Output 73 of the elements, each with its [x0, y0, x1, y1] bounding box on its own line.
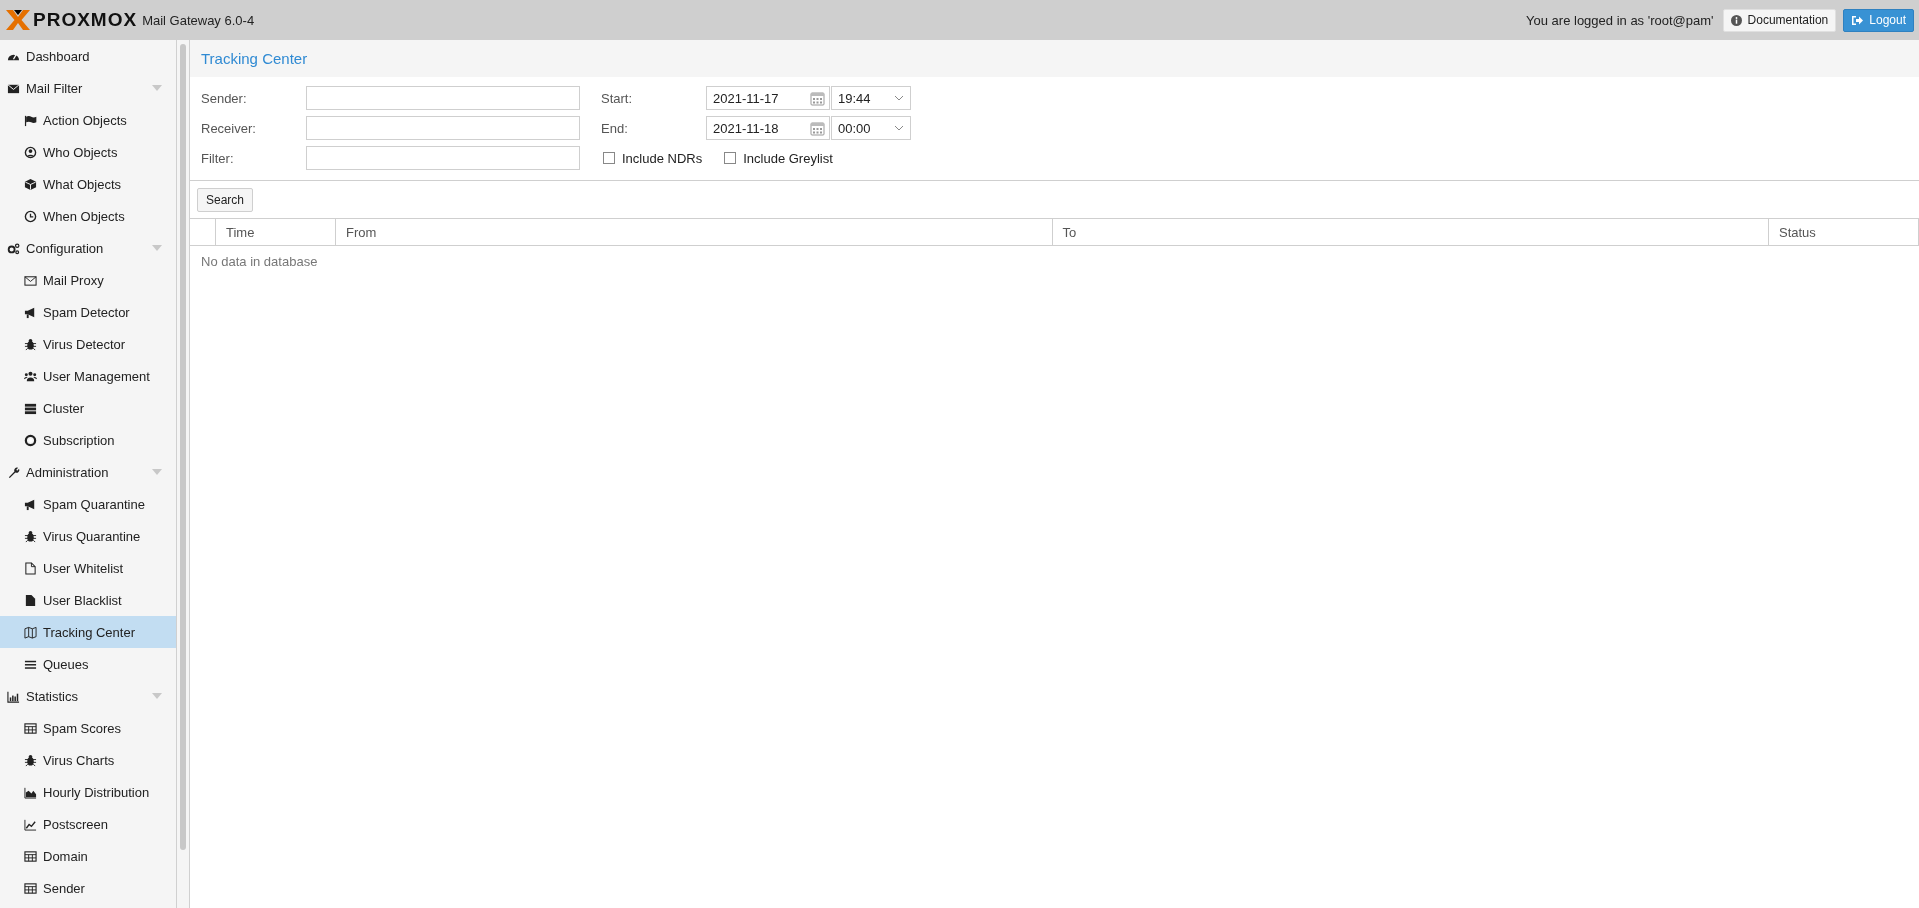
- nav-item[interactable]: Statistics: [0, 680, 177, 712]
- input-field[interactable]: [306, 116, 580, 140]
- panel-title: Tracking Center: [190, 40, 1919, 77]
- time-dropdown[interactable]: 00:00: [831, 116, 911, 140]
- date-field[interactable]: 2021-11-17: [706, 86, 830, 110]
- users-icon: [24, 369, 37, 383]
- megaphone-icon: [24, 305, 37, 319]
- nav-item[interactable]: User Blacklist: [0, 584, 177, 616]
- nav-item[interactable]: Domain: [0, 840, 177, 872]
- search-button[interactable]: Search: [197, 188, 254, 212]
- flag-icon: [24, 113, 37, 127]
- nav-item[interactable]: Cluster: [0, 392, 177, 424]
- time-dropdown[interactable]: 19:44: [831, 86, 911, 110]
- megaphone-icon: [24, 497, 37, 511]
- nav-item[interactable]: Spam Detector: [0, 296, 177, 328]
- nav-item[interactable]: Virus Detector: [0, 328, 177, 360]
- file-icon: [24, 593, 37, 607]
- nav-item[interactable]: Postscreen: [0, 808, 177, 840]
- nav-item[interactable]: Configuration: [0, 232, 177, 264]
- nav-item[interactable]: Dashboard: [0, 40, 177, 72]
- nav-item[interactable]: Hourly Distribution: [0, 776, 177, 808]
- date-field[interactable]: 2021-11-18: [706, 116, 830, 140]
- nav-item[interactable]: Virus Quarantine: [0, 520, 177, 552]
- chevron-down-icon: [894, 95, 904, 101]
- nav-item[interactable]: Spam Quarantine: [0, 488, 177, 520]
- calendar-icon: [810, 90, 825, 106]
- field-label: End:: [601, 120, 629, 136]
- nav-item[interactable]: Virus Charts: [0, 744, 177, 776]
- column-header[interactable]: To: [1051, 219, 1768, 245]
- login-status: You are logged in as 'root@pam': [1526, 12, 1714, 28]
- checkbox[interactable]: [724, 152, 737, 164]
- info-icon: [1730, 14, 1742, 26]
- input-field[interactable]: [306, 146, 580, 170]
- nav-item[interactable]: User Management: [0, 360, 177, 392]
- server-icon: [24, 401, 37, 415]
- bug-icon: [24, 529, 37, 543]
- cube-icon: [24, 177, 37, 191]
- calendar-icon: [810, 120, 825, 136]
- field-label: Receiver:: [201, 120, 257, 136]
- nav-item[interactable]: User Whitelist: [0, 552, 177, 584]
- nav-item[interactable]: Sender: [0, 872, 177, 904]
- checkbox-option[interactable]: Include NDRs: [603, 150, 703, 166]
- nav-item[interactable]: Subscription: [0, 424, 177, 456]
- nav-item[interactable]: When Objects: [0, 200, 177, 232]
- nav-item[interactable]: Mail Filter: [0, 72, 177, 104]
- column-header[interactable]: Status: [1768, 219, 1918, 245]
- logo-x-icon: [5, 9, 31, 31]
- sign-out-icon: [1851, 14, 1864, 26]
- documentation-button[interactable]: Documentation: [1722, 8, 1837, 32]
- nav-item[interactable]: Action Objects: [0, 104, 177, 136]
- nav-item[interactable]: Who Objects: [0, 136, 177, 168]
- scrollbar[interactable]: [180, 44, 186, 850]
- nav-item[interactable]: Spam Scores: [0, 712, 177, 744]
- logo-text: PROXMOX: [33, 9, 138, 31]
- nav-item[interactable]: What Objects: [0, 168, 177, 200]
- bug-icon: [24, 337, 37, 351]
- nav-item[interactable]: Tracking Center: [0, 616, 177, 648]
- empty-message: No data in database: [200, 253, 319, 271]
- chevron-down-icon: [894, 125, 904, 131]
- input-field[interactable]: [306, 86, 580, 110]
- bug-icon: [24, 753, 37, 767]
- nav-item[interactable]: Mail Proxy: [0, 264, 177, 296]
- nav-item[interactable]: Queues: [0, 648, 177, 680]
- checkbox-option[interactable]: Include Greylist: [724, 150, 833, 166]
- field-label: Filter:: [201, 150, 235, 166]
- column-header[interactable]: From: [335, 219, 1052, 245]
- column-header[interactable]: Time: [215, 219, 335, 245]
- field-label: Start:: [601, 90, 634, 106]
- product-version: Mail Gateway 6.0-4: [142, 12, 255, 28]
- wrench-icon: [7, 465, 20, 479]
- checkbox[interactable]: [603, 152, 615, 164]
- nav-item[interactable]: Administration: [0, 456, 177, 488]
- field-label: Sender:: [201, 90, 248, 106]
